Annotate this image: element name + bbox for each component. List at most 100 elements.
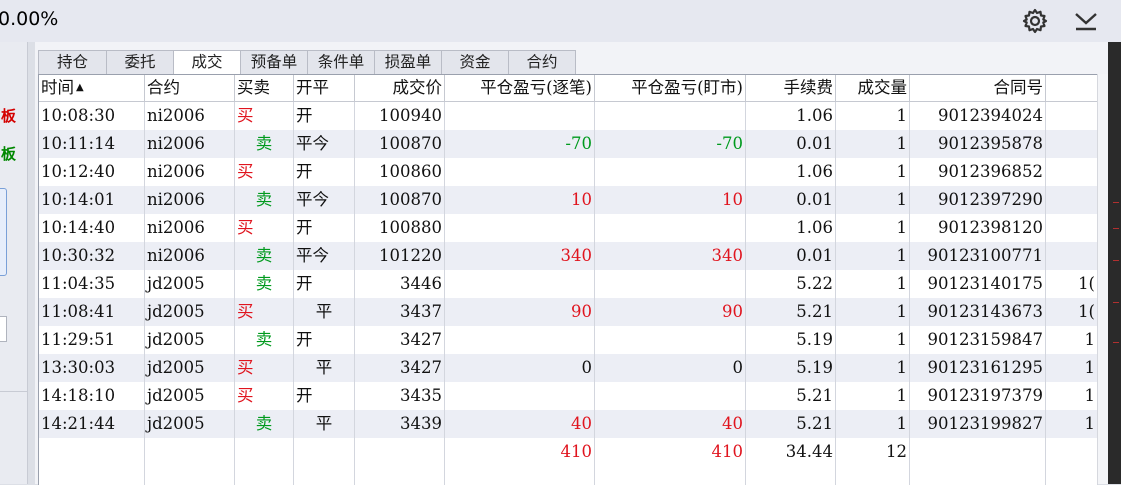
cell-fee: 1.06 xyxy=(746,102,836,130)
cell-pnl-mark: 90 xyxy=(595,298,746,326)
column-header[interactable]: 手续费 xyxy=(746,75,836,101)
table-row[interactable]: 10:08:30 ni2006 买开 100940 1.06 1 9012394024 xyxy=(39,102,1098,130)
table-row[interactable]: 11:04:35 jd2005 卖开 3446 5.22 1 90123140175 1( xyxy=(39,270,1098,298)
cell-oc: 开 xyxy=(294,158,355,186)
tab-2[interactable]: 委托 xyxy=(106,50,174,74)
cell-qty: 1 xyxy=(836,354,910,382)
left-panel: 板 板 xyxy=(0,42,28,484)
cell-oc: 平今 xyxy=(294,130,355,158)
cell-side: 买 xyxy=(235,354,294,382)
red-board-label: 板 xyxy=(1,107,17,125)
cell-price: 3427 xyxy=(355,354,445,382)
cell-pnl-trade xyxy=(445,382,595,410)
left-divider xyxy=(0,391,27,392)
cell-fee: 0.01 xyxy=(746,130,836,158)
total-time xyxy=(39,438,145,466)
column-header[interactable]: 合约 xyxy=(145,75,235,101)
cell-contract: ni2006 xyxy=(145,242,235,270)
cell-pnl-mark xyxy=(595,326,746,354)
table-row[interactable]: 10:30:32 ni2006 卖平今 101220 340 340 0.01 1 901231… xyxy=(39,242,1098,270)
cell-fee: 0.01 xyxy=(746,242,836,270)
tab-5[interactable]: 条件单 xyxy=(307,50,375,74)
cell-qty: 1 xyxy=(836,326,910,354)
column-header[interactable]: 平仓盈亏(逐笔) xyxy=(445,75,595,101)
table-row[interactable]: 10:11:14 ni2006 卖平今 100870 -70 -70 0.01 1 901239… xyxy=(39,130,1098,158)
cell-side: 卖 xyxy=(235,270,294,298)
cell-time: 10:14:40 xyxy=(39,214,145,242)
table-row[interactable]: 10:14:40 ni2006 买开 100880 1.06 1 9012398120 xyxy=(39,214,1098,242)
cell-price: 3446 xyxy=(355,270,445,298)
chevron-down-icon[interactable] xyxy=(1073,10,1099,32)
cell-time: 11:29:51 xyxy=(39,326,145,354)
table-row[interactable]: 13:30:03 jd2005 买平 3427 0 0 5.19 1 90123161295 1 xyxy=(39,354,1098,382)
cell-pnl-trade: 340 xyxy=(445,242,595,270)
cell-extra: 1( xyxy=(1046,298,1098,326)
cell-qty: 1 xyxy=(836,242,910,270)
cell-oc: 平今 xyxy=(294,186,355,214)
total-pnl-mark: 410 xyxy=(595,438,746,466)
table-row[interactable]: 11:08:41 jd2005 买平 3437 90 90 5.21 1 90123143673… xyxy=(39,298,1098,326)
cell-qty: 1 xyxy=(836,158,910,186)
cell-order-no: 9012398120 xyxy=(910,214,1046,242)
cell-pnl-trade: -70 xyxy=(445,130,595,158)
cell-oc: 开 xyxy=(294,326,355,354)
table-row[interactable]: 14:18:10 jd2005 买开 3435 5.21 1 90123197379 1 xyxy=(39,382,1098,410)
tab-6[interactable]: 损盈单 xyxy=(374,50,442,74)
cell-fee: 5.21 xyxy=(746,298,836,326)
cell-extra xyxy=(1046,102,1098,130)
column-header[interactable]: 合同号 xyxy=(910,75,1046,101)
cell-price: 3435 xyxy=(355,382,445,410)
cell-contract: jd2005 xyxy=(145,410,235,438)
table-row[interactable]: 14:21:44 jd2005 卖平 3439 40 40 5.21 1 90123199827… xyxy=(39,410,1098,438)
cell-price: 100860 xyxy=(355,158,445,186)
tab-3[interactable]: 成交 xyxy=(173,50,241,75)
cell-side: 卖 xyxy=(235,326,294,354)
cell-price: 3437 xyxy=(355,298,445,326)
cell-side: 买 xyxy=(235,382,294,410)
column-header[interactable]: 平仓盈亏(盯市) xyxy=(595,75,746,101)
cell-contract: jd2005 xyxy=(145,298,235,326)
cell-side: 卖 xyxy=(235,186,294,214)
cell-extra: 1( xyxy=(1046,270,1098,298)
cell-contract: ni2006 xyxy=(145,214,235,242)
column-header[interactable]: 买卖 xyxy=(235,75,294,101)
table-row[interactable]: 11:29:51 jd2005 卖开 3427 5.19 1 90123159847 1 xyxy=(39,326,1098,354)
cell-contract: ni2006 xyxy=(145,102,235,130)
cell-time: 10:14:01 xyxy=(39,186,145,214)
column-header[interactable]: 成交量 xyxy=(836,75,910,101)
column-header[interactable]: 时间 ▲ xyxy=(39,75,145,101)
table-header: 时间 ▲ 合约 买卖 开平 成交价 平仓盈亏(逐笔) 平仓盈亏(盯市) 手续费 成交量 合同号 xyxy=(39,75,1098,102)
total-extra xyxy=(1046,438,1098,466)
cell-price: 100880 xyxy=(355,214,445,242)
tab-7[interactable]: 资金 xyxy=(441,50,509,74)
gear-icon[interactable] xyxy=(1022,8,1048,34)
column-header[interactable]: 开平 xyxy=(294,75,355,101)
table-row[interactable]: 10:12:40 ni2006 买开 100860 1.06 1 9012396852 xyxy=(39,158,1098,186)
total-price xyxy=(355,438,445,466)
cell-oc: 开 xyxy=(294,214,355,242)
cell-extra: 1 xyxy=(1046,410,1098,438)
table-row[interactable]: 10:14:01 ni2006 卖平今 100870 10 10 0.01 1 90123972… xyxy=(39,186,1098,214)
cell-pnl-mark xyxy=(595,270,746,298)
left-panel-box[interactable] xyxy=(0,188,7,276)
empty-cell xyxy=(836,466,910,485)
tab-8[interactable]: 合约 xyxy=(508,50,576,74)
left-panel-input[interactable] xyxy=(0,316,7,342)
total-side xyxy=(235,438,294,466)
cell-pnl-mark: 0 xyxy=(595,354,746,382)
column-header-blank xyxy=(1046,75,1098,101)
cell-fee: 1.06 xyxy=(746,158,836,186)
cell-pnl-mark xyxy=(595,102,746,130)
tab-1[interactable]: 持仓 xyxy=(38,50,107,74)
cell-qty: 1 xyxy=(836,130,910,158)
cell-pnl-mark xyxy=(595,382,746,410)
tab-4[interactable]: 预备单 xyxy=(240,50,308,74)
cell-price: 100870 xyxy=(355,186,445,214)
empty-cell xyxy=(294,466,355,485)
cell-qty: 1 xyxy=(836,410,910,438)
column-header[interactable]: 成交价 xyxy=(355,75,445,101)
top-bar: 0.00% xyxy=(0,0,1121,42)
cell-fee: 5.21 xyxy=(746,382,836,410)
cell-order-no: 90123161295 xyxy=(910,354,1046,382)
total-pnl-trade: 410 xyxy=(445,438,595,466)
